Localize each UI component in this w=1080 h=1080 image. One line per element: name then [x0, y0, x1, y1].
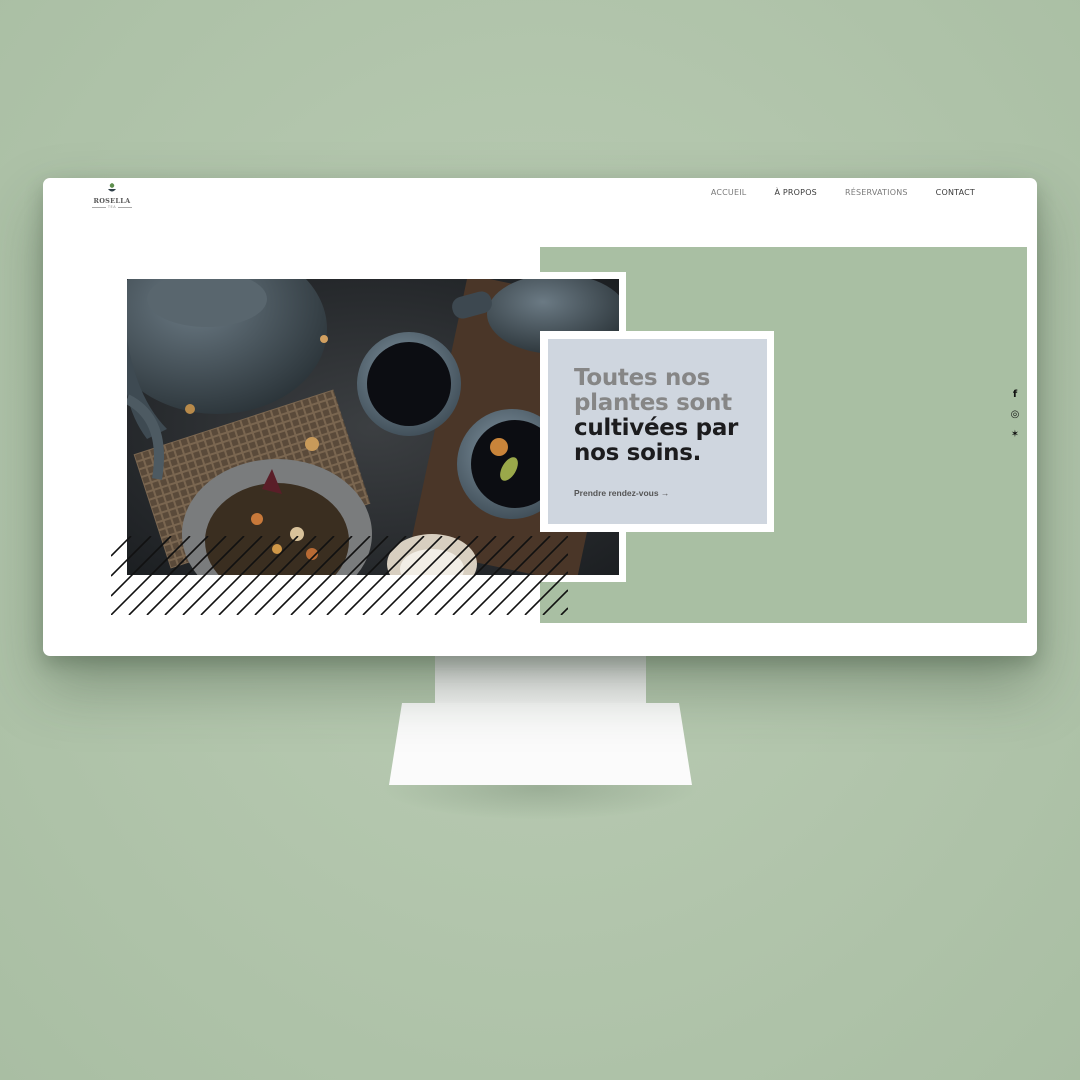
facebook-icon[interactable]: f: [1009, 389, 1021, 401]
social-links: f ◎ ✶: [1009, 389, 1023, 449]
headline-line-2: cultivées par nos soins.: [574, 415, 739, 466]
nav-reservations[interactable]: RÉSERVATIONS: [845, 188, 908, 197]
nav-contact[interactable]: CONTACT: [936, 188, 975, 197]
nav-accueil[interactable]: ACCUEIL: [711, 188, 747, 197]
nav-a-propos[interactable]: À PROPOS: [774, 188, 817, 197]
brand-logo[interactable]: ROSELLA TEA: [91, 182, 133, 212]
instagram-icon[interactable]: ◎: [1009, 409, 1021, 421]
monitor-screen: ROSELLA TEA ACCUEIL À PROPOS RÉSERVATION…: [43, 178, 1037, 656]
brand-name: ROSELLA: [93, 197, 131, 205]
logo-divider-right: [118, 207, 132, 208]
headline-card: Toutes nos plantes sont cultivées par no…: [548, 339, 767, 524]
yelp-icon[interactable]: ✶: [1009, 429, 1021, 441]
monitor-stand-base: [389, 703, 692, 785]
book-appointment-link[interactable]: Prendre rendez-vous →: [574, 488, 669, 498]
hero-headline: Toutes nos plantes sont cultivées par no…: [574, 366, 764, 466]
stand-shadow: [380, 780, 700, 820]
leaf-bowl-icon: [108, 183, 116, 192]
headline-line-1: Toutes nos plantes sont: [574, 365, 732, 416]
diagonal-hatch-decoration: [111, 536, 568, 615]
main-nav: ACCUEIL À PROPOS RÉSERVATIONS CONTACT: [711, 188, 975, 197]
